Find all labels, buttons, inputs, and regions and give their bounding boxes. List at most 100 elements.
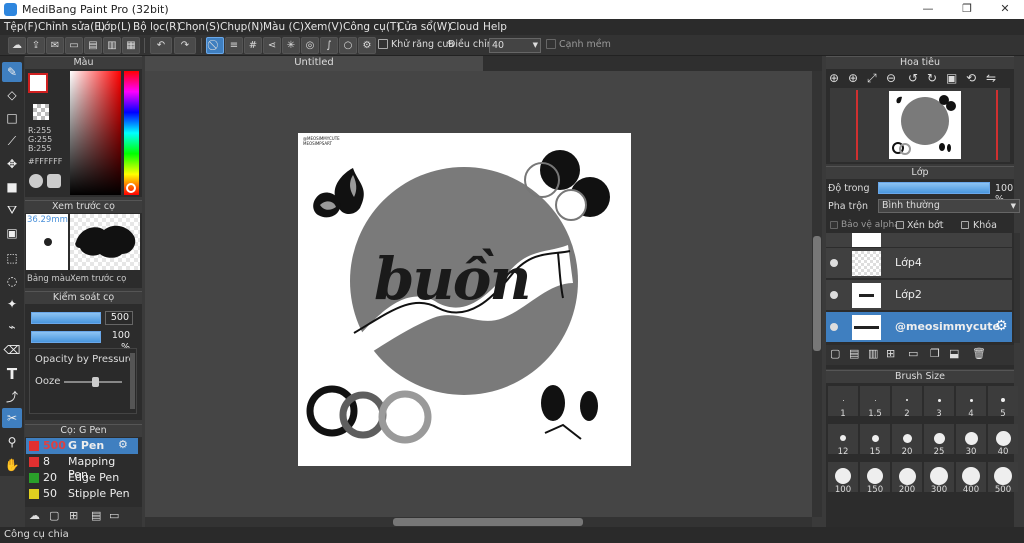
brush-settings-icon[interactable]: ▤ [91, 509, 101, 522]
flip-icon[interactable]: ⇋ [986, 71, 996, 85]
menu-view[interactable]: Xem(V) [304, 21, 343, 33]
foreground-color-swatch[interactable] [28, 73, 48, 93]
new-halftone-layer-icon[interactable]: ▤ [849, 347, 859, 360]
brush-size-option[interactable]: 200 [892, 462, 922, 495]
add-brush-icon[interactable]: ⊞ [69, 509, 78, 522]
move-tool-icon[interactable]: ✥ [2, 154, 22, 174]
lock-checkbox[interactable] [961, 221, 969, 229]
brush-size-option[interactable]: 100 [828, 462, 858, 495]
menu-cloud[interactable]: Cloud [449, 21, 479, 33]
new-layer-icon[interactable]: ▢ [830, 347, 840, 360]
redo-icon[interactable]: ↷ [174, 37, 196, 54]
layer-row-lop4[interactable]: Lớp4 [826, 248, 1012, 279]
brush-item-edge-pen[interactable]: 20 Edge Pen [26, 470, 138, 486]
menu-window[interactable]: Cửa sổ(W) [397, 21, 451, 33]
trash-icon[interactable]: 🗑 [972, 347, 986, 360]
snap-off-icon[interactable]: ⃠ [206, 37, 224, 54]
comment-icon[interactable]: ✉ [46, 37, 64, 54]
palette-icon[interactable] [29, 174, 43, 188]
brush-size-option[interactable]: 20 [892, 424, 922, 457]
radial-snap-icon[interactable]: ✳ [282, 37, 300, 54]
brush-size-slider[interactable] [31, 312, 101, 324]
tablet-icon[interactable]: ▭ [65, 37, 83, 54]
layer-opacity-slider[interactable] [878, 182, 990, 194]
brush-size-option[interactable]: 15 [860, 424, 890, 457]
reset-rotation-icon[interactable]: ⟲ [966, 71, 976, 85]
eraser-tool-icon[interactable]: ◇ [2, 85, 22, 105]
brush-size-option[interactable]: 5 [988, 386, 1018, 419]
rotate-right-icon[interactable]: ↻ [927, 71, 937, 85]
rectangle-tool-icon[interactable]: □ [2, 108, 22, 128]
fill-rect-tool-icon[interactable]: ■ [2, 177, 22, 197]
close-button[interactable]: ✕ [995, 2, 1015, 17]
brush-size-option[interactable]: 300 [924, 462, 954, 495]
text-tool-icon[interactable]: T [2, 364, 22, 384]
saturation-brightness-field[interactable] [70, 71, 121, 195]
restore-button[interactable]: ❐ [957, 2, 977, 17]
brush-size-option[interactable]: 30 [956, 424, 986, 457]
brush-item-g-pen[interactable]: 500 G Pen ⚙ [26, 438, 138, 454]
layer-row-meosimmycute[interactable]: @meosimmycute ⚙ [826, 312, 1012, 343]
zoom-in-2-icon[interactable]: ⊕ [848, 71, 858, 85]
menu-help[interactable]: Help [483, 21, 507, 33]
brush-size-option[interactable]: 2 [892, 386, 922, 419]
brush-size-option[interactable]: 1.5 [860, 386, 890, 419]
brush-size-option[interactable]: 40 [988, 424, 1018, 457]
operation-tool-icon[interactable]: ⤴ [2, 387, 22, 407]
navigator-preview[interactable] [830, 88, 1010, 162]
menu-layer[interactable]: Lớp(L) [98, 21, 131, 33]
lasso-tool-icon[interactable]: ◌ [2, 271, 22, 291]
brush-size-option[interactable]: 4 [956, 386, 986, 419]
gear-icon[interactable]: ⚙ [118, 438, 128, 451]
gear-icon[interactable]: ⚙ [995, 318, 1008, 334]
concentric-snap-icon[interactable]: ◎ [301, 37, 319, 54]
eyedropper-tool-icon[interactable]: ⚲ [2, 432, 22, 452]
brush-opacity-slider[interactable] [31, 331, 101, 343]
bucket-tool-icon[interactable]: ⛛ [2, 200, 22, 220]
horizontal-scroll-thumb[interactable] [393, 518, 583, 526]
visibility-icon[interactable] [830, 259, 838, 267]
brush-size-option[interactable]: 12 [828, 424, 858, 457]
menu-select[interactable]: Chọn(S) [178, 21, 220, 33]
export-icon[interactable]: ⇪ [27, 37, 45, 54]
color-wheel-icon[interactable] [47, 174, 61, 188]
correction-select[interactable]: 40 ▼ [489, 38, 541, 53]
fullscreen-icon[interactable]: ▣ [946, 71, 957, 85]
background-color-swatch[interactable] [33, 104, 49, 120]
cloud-brush-icon[interactable]: ☁ [29, 509, 40, 522]
protect-alpha-checkbox[interactable] [830, 221, 838, 229]
visibility-icon[interactable] [830, 291, 838, 299]
folder-icon[interactable]: ▭ [109, 509, 119, 522]
layer-row-lop2[interactable]: Lớp2 [826, 280, 1012, 311]
vertical-scrollbar[interactable] [812, 71, 822, 517]
duplicate-layer-icon[interactable]: ❐ [930, 347, 940, 360]
rotate-left-icon[interactable]: ↺ [908, 71, 918, 85]
brush-size-option[interactable]: 500 [988, 462, 1018, 495]
brush-item-mapping-pen[interactable]: 8 Mapping Pen [26, 454, 138, 481]
vertical-scroll-thumb[interactable] [813, 236, 821, 351]
options-scrollbar[interactable] [130, 353, 135, 409]
brush-tool-icon[interactable]: ✎ [2, 62, 22, 82]
hue-slider[interactable] [124, 71, 139, 195]
parallel-snap-icon[interactable]: ≡ [225, 37, 243, 54]
grid-icon[interactable]: ▦ [122, 37, 140, 54]
soft-edge-checkbox[interactable] [546, 39, 556, 49]
blend-mode-select[interactable]: Bình thường ▼ [878, 199, 1020, 213]
menu-filter[interactable]: Bộ lọc(R) [133, 21, 181, 33]
ooze-handle[interactable] [92, 377, 99, 387]
layers-scrollbar[interactable] [1014, 233, 1020, 343]
select-eraser-tool-icon[interactable]: ⌫ [2, 340, 22, 360]
brush-size-option[interactable]: 3 [924, 386, 954, 419]
magic-wand-tool-icon[interactable]: ✦ [2, 294, 22, 314]
antialias-checkbox[interactable] [378, 39, 388, 49]
menu-color[interactable]: Màu (C) [263, 21, 304, 33]
horizontal-scrollbar[interactable] [145, 517, 812, 527]
fit-icon[interactable]: ⤢ [867, 71, 877, 86]
line-tool-icon[interactable]: ⟋ [2, 131, 22, 151]
hue-handle[interactable] [126, 183, 136, 193]
curve-snap-icon[interactable]: ∫ [320, 37, 338, 54]
hand-tool-icon[interactable]: ✋ [2, 455, 22, 475]
brush-size-option[interactable]: 150 [860, 462, 890, 495]
brush-opacity-value[interactable]: 100 % [105, 330, 133, 353]
menu-capture[interactable]: Chụp(N) [220, 21, 263, 33]
